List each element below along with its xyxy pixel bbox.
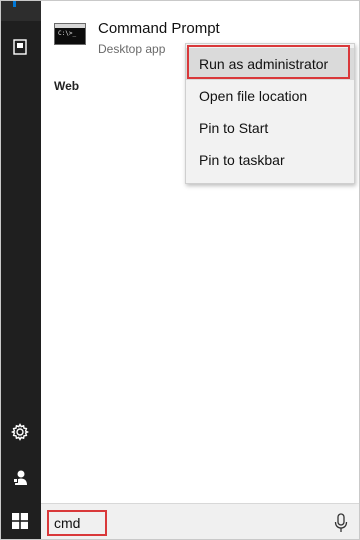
microphone-icon[interactable] <box>333 513 349 533</box>
web-section-heading: Web <box>54 79 80 93</box>
settings-icon[interactable] <box>9 421 31 443</box>
search-box[interactable]: cmd <box>41 503 359 539</box>
run-as-admin-highlight-box <box>187 45 350 79</box>
result-subtitle: Desktop app <box>98 42 166 56</box>
search-highlight-box <box>47 510 107 536</box>
menu-item-open-file-location[interactable]: Open file location <box>186 80 354 112</box>
command-prompt-icon: C:\>_ <box>54 23 86 45</box>
icon-prompt-text: C:\>_ <box>58 30 77 37</box>
menu-item-pin-to-taskbar[interactable]: Pin to taskbar <box>186 144 354 176</box>
start-button[interactable] <box>1 503 41 539</box>
user-icon[interactable] <box>9 467 31 489</box>
icon-titlebar <box>55 24 85 28</box>
accent-indicator <box>13 1 16 7</box>
result-title: Command Prompt <box>98 20 220 37</box>
rail-top-strip <box>1 1 41 21</box>
start-search-window: C:\>_ Command Prompt Desktop app Web Run… <box>0 0 360 540</box>
menu-item-pin-to-start[interactable]: Pin to Start <box>186 112 354 144</box>
documents-icon[interactable] <box>9 36 31 58</box>
start-left-rail <box>1 1 41 503</box>
windows-logo-icon <box>12 513 28 529</box>
